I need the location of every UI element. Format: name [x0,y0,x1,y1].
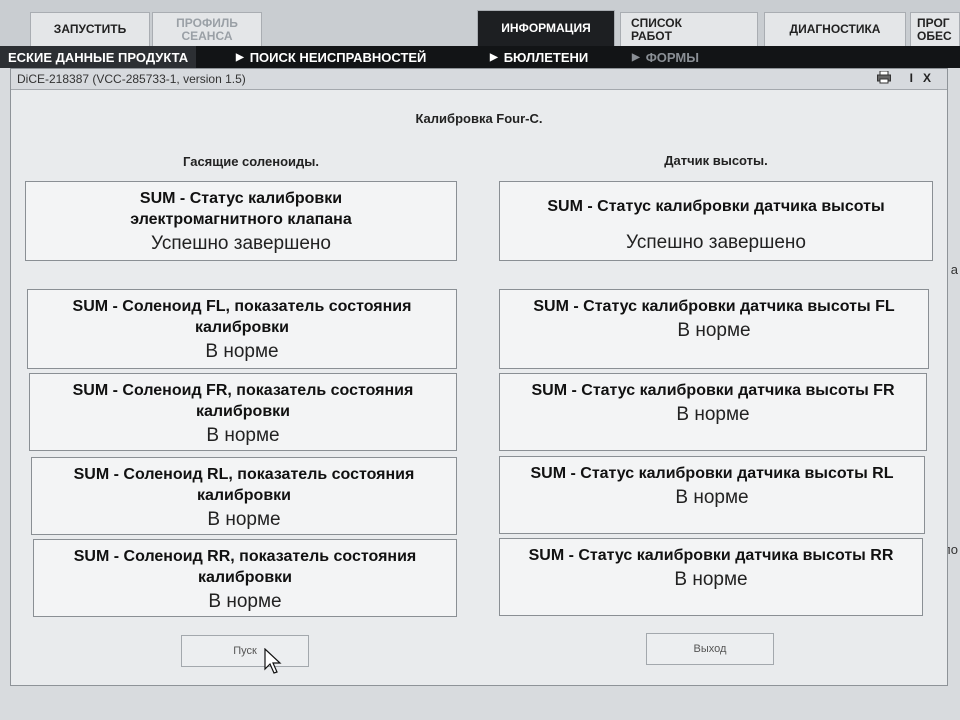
subnav-forms[interactable]: ▶ ФОРМЫ [632,46,699,68]
left-card-solenoid-fl: SUM - Соленоид FL, показатель состояния … [27,289,457,369]
card-value: В норме [674,569,748,590]
left-card-solenoid-status: SUM - Статус калибровки электромагнитног… [25,181,457,261]
subnav-bulletins-label: БЮЛЛЕТЕНИ [503,49,589,65]
card-value: В норме [675,487,749,508]
arrow-right-icon: ▶ [632,51,640,63]
exit-button[interactable]: Выход [646,633,774,665]
mouse-pointer-icon [264,648,282,674]
printer-icon[interactable] [877,70,891,87]
card-caption: SUM - Соленоид RR, показатель состояния … [73,548,417,586]
subnav-fault-search-label: ПОИСК НЕИСПРАВНОСТЕЙ [249,49,427,65]
tab-software[interactable]: ПРОГ ОБЕС [910,12,960,46]
dialog-titlebar: DiCE-218387 (VCC-285733-1, version 1.5) … [11,69,947,90]
right-card-height-sensor-rl: SUM - Статус калибровки датчика высоты R… [499,456,925,534]
subnav-product-data[interactable]: ЕСКИЕ ДАННЫЕ ПРОДУКТА [0,46,197,68]
tab-start[interactable]: ЗАПУСТИТЬ [30,12,150,46]
right-card-height-sensor-fr: SUM - Статус калибровки датчика высоты F… [499,373,927,451]
card-value: Успешно завершено [151,233,331,254]
left-card-solenoid-fr: SUM - Соленоид FR, показатель состояния … [29,373,457,451]
card-caption: SUM - Статус калибровки датчика высоты [547,198,885,215]
card-value: В норме [206,425,280,446]
card-value: В норме [205,341,279,362]
right-column-header: Датчик высоты. [664,153,768,168]
card-value: В норме [676,404,750,425]
calibration-dialog: DiCE-218387 (VCC-285733-1, version 1.5) … [10,68,948,686]
info-icon[interactable]: I [910,71,913,85]
dialog-heading: Калибровка Four-C. [415,111,543,126]
card-caption: SUM - Статус калибровки датчика высоты F… [533,298,895,315]
right-card-height-sensor-status: SUM - Статус калибровки датчика высоты У… [499,181,933,261]
start-button[interactable]: Пуск [181,635,309,667]
background-text-fragment: а [950,262,958,277]
tab-session-profile[interactable]: ПРОФИЛЬ СЕАНСА [152,12,262,46]
card-caption: SUM - Статус калибровки датчика высоты F… [531,382,895,399]
card-value: В норме [207,509,281,530]
close-icon[interactable]: X [923,71,931,85]
card-caption: SUM - Соленоид RL, показатель состояния … [73,466,415,504]
left-card-solenoid-rl: SUM - Соленоид RL, показатель состояния … [31,457,457,535]
dialog-title: DiCE-218387 (VCC-285733-1, version 1.5) [17,72,246,86]
arrow-right-icon: ▶ [490,51,498,63]
right-card-height-sensor-rr: SUM - Статус калибровки датчика высоты R… [499,538,923,616]
card-value: Успешно завершено [626,232,806,253]
left-card-solenoid-rr: SUM - Соленоид RR, показатель состояния … [33,539,457,617]
subnav-forms-label: ФОРМЫ [645,49,699,65]
tab-work-list[interactable]: СПИСОК РАБОТ [620,12,758,46]
tab-diagnostics[interactable]: ДИАГНОСТИКА [764,12,906,46]
card-caption: SUM - Соленоид FL, показатель состояния … [72,298,412,336]
left-column-header: Гасящие соленоиды. [183,154,319,169]
sub-navigation: ЕСКИЕ ДАННЫЕ ПРОДУКТА ▶ ПОИСК НЕИСПРАВНО… [0,46,960,68]
card-value: В норме [208,591,282,612]
subnav-bulletins[interactable]: ▶ БЮЛЛЕТЕНИ [490,46,588,68]
right-card-height-sensor-fl: SUM - Статус калибровки датчика высоты F… [499,289,929,369]
subnav-fault-search[interactable]: ▶ ПОИСК НЕИСПРАВНОСТЕЙ [236,46,426,68]
card-value: В норме [677,320,751,341]
card-caption: SUM - Статус калибровки электромагнитног… [130,190,352,228]
card-caption: SUM - Статус калибровки датчика высоты R… [530,465,894,482]
arrow-right-icon: ▶ [236,51,244,63]
tab-information[interactable]: ИНФОРМАЦИЯ [477,10,615,46]
subnav-product-data-label: ЕСКИЕ ДАННЫЕ ПРОДУКТА [8,49,189,65]
card-caption: SUM - Соленоид FR, показатель состояния … [72,382,414,420]
card-caption: SUM - Статус калибровки датчика высоты R… [528,547,894,564]
top-tab-bar: ЗАПУСТИТЬ ПРОФИЛЬ СЕАНСА ИНФОРМАЦИЯ СПИС… [0,0,960,46]
